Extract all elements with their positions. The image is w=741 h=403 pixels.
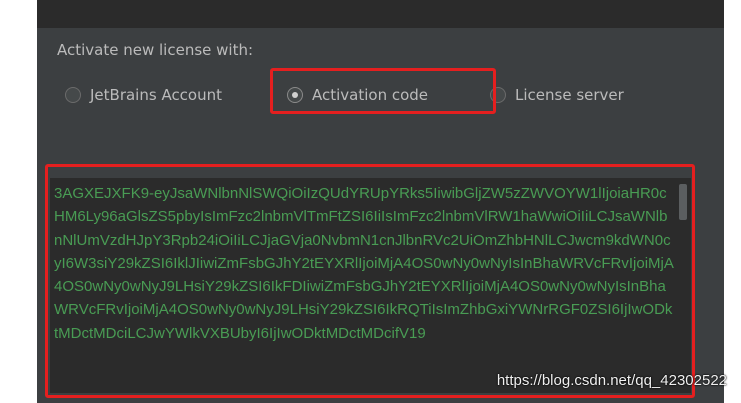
radio-license-server[interactable]: License server xyxy=(490,82,624,108)
radio-jetbrains-account[interactable]: JetBrains Account xyxy=(65,82,222,108)
right-margin xyxy=(724,0,741,403)
watermark-text: https://blog.csdn.net/qq_42302522 xyxy=(496,372,727,389)
radio-unchecked-icon[interactable] xyxy=(65,87,81,103)
radio-label: License server xyxy=(515,86,624,104)
activate-new-license-label: Activate new license with: xyxy=(57,41,254,59)
screenshot-window: Activate new license with: JetBrains Acc… xyxy=(0,0,741,403)
license-activation-dialog: Activate new license with: JetBrains Acc… xyxy=(37,28,724,403)
red-highlight-box-code-area xyxy=(45,164,695,398)
red-highlight-box-activation-code xyxy=(270,68,496,114)
radio-label: JetBrains Account xyxy=(90,86,223,104)
dialog-top-strip xyxy=(37,0,724,28)
left-margin xyxy=(0,0,37,403)
